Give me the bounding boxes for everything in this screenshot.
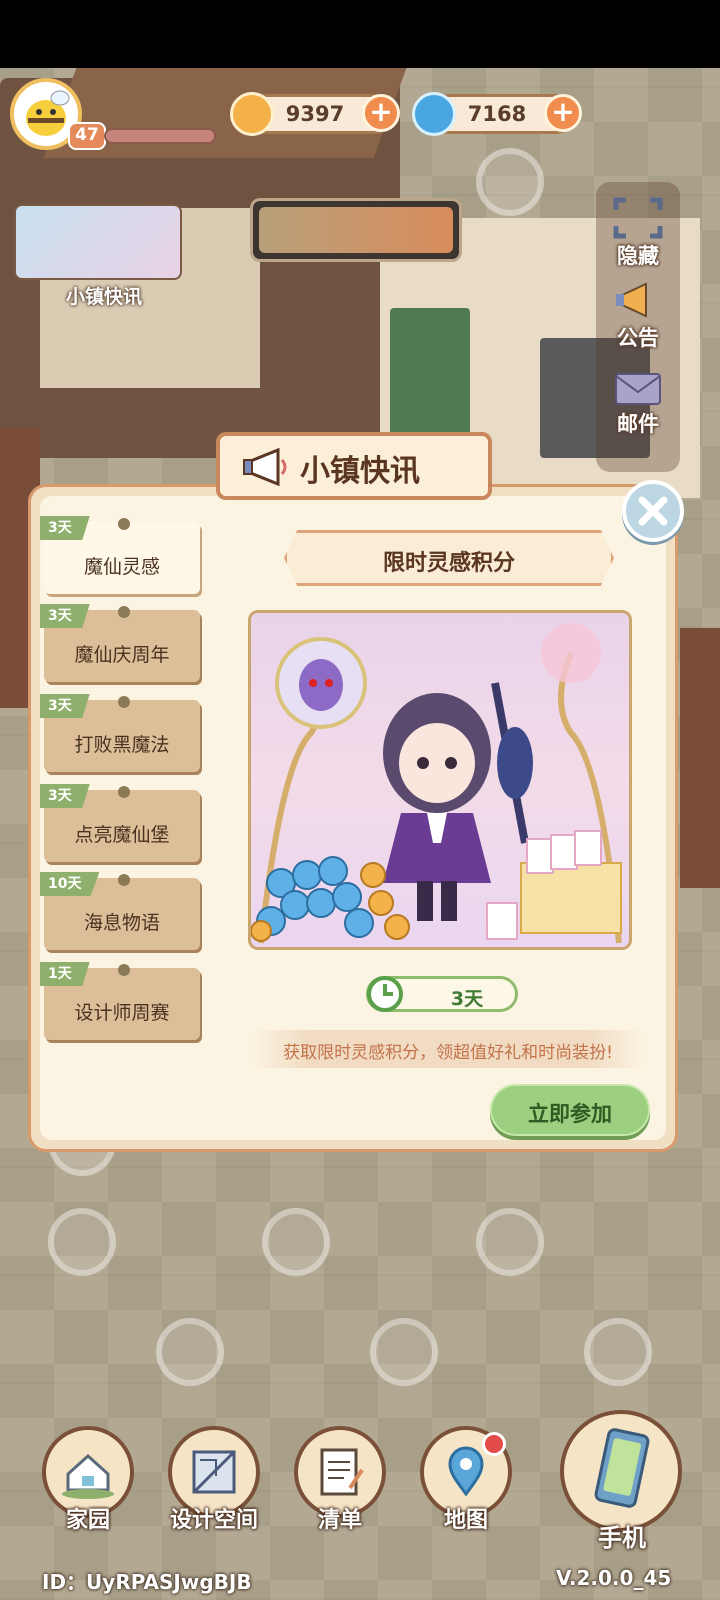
pin-icon bbox=[118, 518, 130, 530]
tab-days-badge: 3天 bbox=[40, 516, 90, 540]
sun-tile bbox=[476, 1208, 544, 1276]
news-card[interactable] bbox=[14, 204, 182, 280]
sun-tile bbox=[584, 1318, 652, 1386]
notification-dot bbox=[482, 1432, 506, 1456]
close-icon bbox=[638, 496, 668, 526]
tab-light-magic-castle[interactable]: 3天 点亮魔仙堡 bbox=[40, 784, 200, 862]
tab-magic-inspiration[interactable]: 3天 魔仙灵感 bbox=[40, 516, 200, 594]
sun-tile bbox=[48, 1208, 116, 1276]
checklist-nav-label: 清单 bbox=[317, 1508, 362, 1533]
tab-days-badge: 3天 bbox=[40, 604, 90, 628]
event-description-bar: 获取限时灵感积分，领超值好礼和时尚装扮! bbox=[250, 1030, 646, 1068]
tab-designer-weekly[interactable]: 1天 设计师周赛 bbox=[40, 962, 200, 1040]
sun-tile bbox=[156, 1318, 224, 1386]
player-id: ID：UyRPASJwgBJB bbox=[42, 1570, 252, 1594]
envelope-icon bbox=[615, 373, 661, 405]
tab-days-badge: 10天 bbox=[40, 872, 100, 896]
tab-label: 海息物语 bbox=[83, 912, 160, 934]
tab-label: 点亮魔仙堡 bbox=[74, 824, 170, 846]
level-value: 47 bbox=[75, 125, 99, 145]
swirl-gem-icon bbox=[412, 92, 456, 136]
level-badge: 47 bbox=[68, 122, 106, 150]
phone-nav-label: 手机 bbox=[598, 1524, 646, 1552]
frame-corners-icon bbox=[613, 197, 663, 239]
coin-icon bbox=[230, 92, 274, 136]
tab-days-badge: 3天 bbox=[40, 694, 90, 718]
notice-button[interactable]: 公告 bbox=[600, 278, 676, 352]
magic-girl-illustration bbox=[251, 623, 622, 944]
phone-icon bbox=[594, 1428, 650, 1508]
news-card-label: 小镇快讯 bbox=[65, 286, 142, 308]
pin-icon bbox=[118, 696, 130, 708]
timer-value: 3天 bbox=[450, 988, 484, 1010]
mail-button[interactable]: 邮件 bbox=[600, 368, 676, 438]
tab-label: 设计师周赛 bbox=[74, 1002, 170, 1024]
clock-icon bbox=[367, 976, 403, 1012]
sun-tile bbox=[476, 148, 544, 216]
dialog-title: 小镇快讯 bbox=[300, 454, 420, 489]
tab-defeat-dark-magic[interactable]: 3天 打败黑魔法 bbox=[40, 694, 200, 772]
tab-label: 打败黑魔法 bbox=[74, 734, 170, 756]
join-now-label: 立即参加 bbox=[528, 1102, 612, 1126]
xp-bar bbox=[104, 128, 216, 144]
design-space-nav-label: 设计空间 bbox=[169, 1508, 258, 1533]
megaphone-icon bbox=[243, 447, 287, 487]
pin-icon bbox=[118, 874, 130, 886]
pin-icon bbox=[118, 964, 130, 976]
phone-nav-button[interactable] bbox=[560, 1410, 682, 1532]
event-timer: 3天 bbox=[366, 976, 518, 1012]
tab-magic-anniversary[interactable]: 3天 魔仙庆周年 bbox=[40, 604, 200, 682]
add-coins-button[interactable]: + bbox=[362, 94, 400, 132]
sign-board bbox=[250, 198, 462, 262]
tab-label: 魔仙灵感 bbox=[83, 556, 160, 578]
home-nav-label: 家园 bbox=[65, 1508, 110, 1533]
status-bar bbox=[0, 0, 720, 68]
event-title-banner: 限时灵感积分 bbox=[284, 530, 614, 586]
add-gems-button[interactable]: + bbox=[544, 94, 582, 132]
tab-days-badge: 1天 bbox=[40, 962, 90, 986]
close-button[interactable] bbox=[622, 480, 684, 542]
mail-label: 邮件 bbox=[617, 412, 659, 436]
event-description: 获取限时灵感积分，领超值好礼和时尚装扮! bbox=[283, 1043, 613, 1063]
pin-icon bbox=[118, 606, 130, 618]
app-version: V.2.0.0_45 bbox=[556, 1566, 672, 1590]
sun-tile bbox=[262, 1208, 330, 1276]
pin-icon bbox=[118, 786, 130, 798]
right-railing bbox=[680, 628, 720, 888]
dialog-title-plaque: 小镇快讯 bbox=[216, 432, 492, 500]
hide-button[interactable]: 隐藏 bbox=[600, 196, 676, 270]
sun-tile bbox=[370, 1318, 438, 1386]
join-now-button[interactable]: 立即参加 bbox=[490, 1084, 650, 1136]
tab-sea-story[interactable]: 10天 海息物语 bbox=[40, 872, 200, 950]
megaphone-icon bbox=[616, 282, 647, 318]
event-artwork bbox=[248, 610, 632, 950]
map-nav-label: 地图 bbox=[443, 1508, 488, 1533]
tab-days-badge: 3天 bbox=[40, 784, 90, 808]
tab-label: 魔仙庆周年 bbox=[74, 644, 170, 666]
hide-label: 隐藏 bbox=[617, 244, 659, 268]
notice-label: 公告 bbox=[617, 326, 659, 350]
event-title: 限时灵感积分 bbox=[382, 551, 515, 576]
